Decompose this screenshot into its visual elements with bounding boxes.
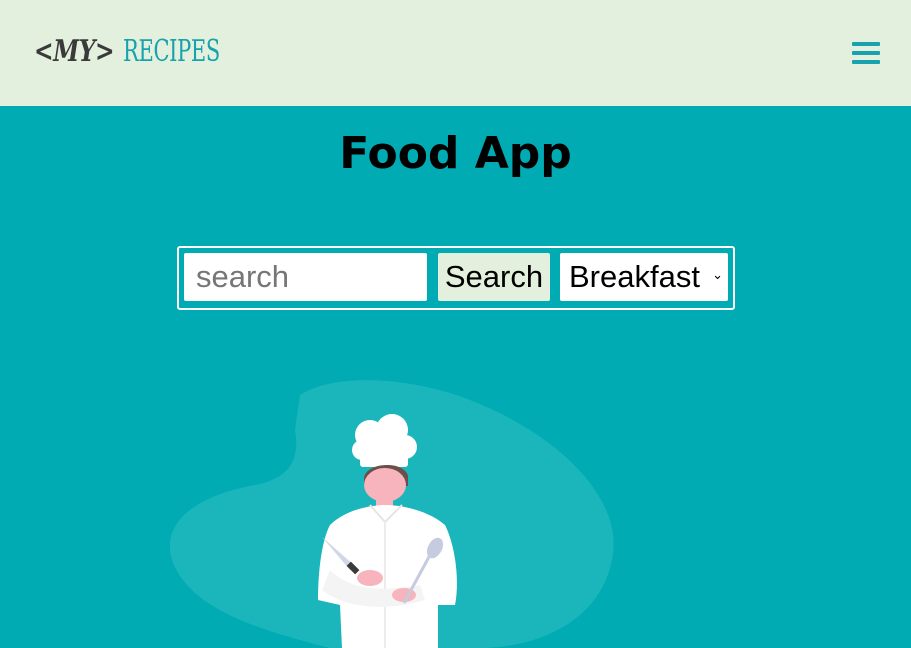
hamburger-menu-icon[interactable]: [852, 42, 880, 64]
logo-suffix: RECIPES: [122, 34, 220, 69]
chef-illustration: [170, 380, 614, 648]
logo-prefix: <MY>: [34, 34, 115, 69]
category-select[interactable]: Breakfast ⌄: [560, 253, 728, 301]
page-title: Food App: [339, 128, 572, 179]
search-button[interactable]: Search: [438, 253, 550, 301]
logo[interactable]: <MY> RECIPES: [34, 32, 261, 72]
navbar: <MY> RECIPES: [0, 0, 911, 106]
search-form: Search Breakfast ⌄: [177, 246, 735, 310]
search-input[interactable]: [184, 253, 427, 301]
category-select-value: Breakfast: [569, 259, 700, 294]
chevron-down-icon: ⌄: [712, 267, 723, 282]
